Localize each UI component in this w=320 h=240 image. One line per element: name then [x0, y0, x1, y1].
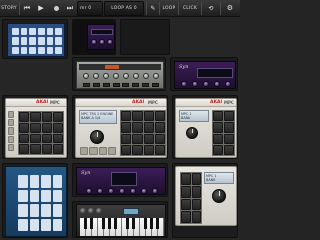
- settings-button[interactable]: ⚙: [222, 1, 238, 16]
- settings-icon: ⚙: [226, 4, 234, 12]
- synth-logo: Syn: [81, 170, 91, 176]
- mpc-logo: AKAI: [132, 100, 145, 105]
- top-toolbar: STORY ⏮ ▶ ⏭ mr 0 LOOP AS 0 ✎ LOOP CLICK …: [0, 0, 240, 17]
- click-label: CLICK: [182, 6, 198, 11]
- mpc-pads-1[interactable]: [18, 111, 64, 155]
- loop-button[interactable]: LOOP: [161, 1, 177, 16]
- blue-pad-module[interactable]: [5, 166, 67, 237]
- slot-synth-1[interactable]: Syn: [170, 57, 238, 91]
- loop-icon: ⟲: [208, 4, 214, 12]
- synth-module-2[interactable]: Syn: [76, 167, 166, 195]
- counter-label: mr 0: [80, 6, 92, 11]
- next-button[interactable]: ⏭: [64, 1, 76, 16]
- app-window: STORY ⏮ ▶ ⏭ mr 0 LOOP AS 0 ✎ LOOP CLICK …: [0, 0, 240, 240]
- mpc-model: MPC: [50, 100, 60, 105]
- slot-synth-small[interactable]: [72, 19, 116, 55]
- mpc-lcd: MPC TRS 2 ENGINE BANK A 1/4: [79, 110, 117, 124]
- launchpad-module[interactable]: [7, 23, 65, 57]
- mpc-data-knob[interactable]: [212, 189, 226, 203]
- slot-mpc-3[interactable]: AKAI MPC MPC 1 BANK: [172, 95, 238, 159]
- prev-icon: ⏮: [23, 4, 31, 12]
- slot-drum-machine[interactable]: [72, 57, 166, 91]
- next-icon: ⏭: [66, 4, 74, 12]
- piano-keys[interactable]: [80, 218, 164, 236]
- blue-pads[interactable]: [18, 175, 62, 231]
- record-icon: [53, 6, 59, 11]
- mpc-logo: AKAI: [210, 100, 223, 105]
- drum-machine-module[interactable]: [76, 61, 164, 89]
- slot-empty-1[interactable]: [120, 19, 170, 55]
- loop-mode-button[interactable]: ⟲: [203, 1, 219, 16]
- mpc-module-1[interactable]: AKAI MPC: [5, 98, 67, 158]
- synth-logo: Syn: [179, 64, 189, 70]
- slot-launchpad-2[interactable]: [2, 163, 68, 238]
- mpc-model: MPC: [148, 100, 158, 105]
- slot-synth-2[interactable]: Syn: [72, 163, 168, 197]
- slot-launchpad[interactable]: [2, 19, 68, 59]
- synth-module-1[interactable]: Syn: [174, 61, 236, 89]
- mpc-pads-2[interactable]: [120, 110, 166, 156]
- mpc-logo: AKAI: [36, 100, 49, 105]
- mpc-data-knob[interactable]: [186, 127, 198, 139]
- prev-button[interactable]: ⏮: [21, 1, 33, 16]
- pencil-icon: ✎: [150, 4, 156, 12]
- mini-synth-module[interactable]: [87, 24, 115, 50]
- slot-mpc-1[interactable]: AKAI MPC: [2, 95, 68, 159]
- mpc-module-3[interactable]: AKAI MPC MPC 1 BANK: [175, 98, 237, 158]
- slot-keyboard[interactable]: [72, 201, 168, 238]
- mpc-lcd: MPC 1 BANK: [204, 172, 234, 184]
- click-button[interactable]: CLICK: [180, 1, 200, 16]
- mpc-module-2[interactable]: AKAI MPC MPC TRS 2 ENGINE BANK A 1/4: [75, 98, 167, 158]
- mpc-pads-4[interactable]: [180, 172, 202, 224]
- keyboard-module[interactable]: [76, 204, 166, 237]
- slot-mpc-4[interactable]: MPC 1 BANK: [172, 163, 238, 238]
- mpc-model: MPC: [224, 100, 234, 105]
- history-label: STORY: [1, 6, 17, 11]
- mpc-pads-3[interactable]: [212, 110, 235, 156]
- module-rack: Syn AKAI MPC AKAI MPC MPC TRS 2 ENGINE B…: [0, 17, 240, 240]
- loop-as-label: LOOP AS 0: [111, 6, 137, 11]
- play-button[interactable]: ▶: [35, 1, 47, 16]
- edit-button[interactable]: ✎: [148, 1, 158, 16]
- mpc-data-knob[interactable]: [90, 130, 104, 144]
- loop-as-button[interactable]: LOOP AS 0: [104, 1, 144, 16]
- slot-mpc-2[interactable]: AKAI MPC MPC TRS 2 ENGINE BANK A 1/4: [72, 95, 168, 159]
- history-button[interactable]: STORY: [0, 1, 18, 16]
- counter-display: mr 0: [77, 1, 103, 16]
- launchpad-pads[interactable]: [12, 28, 62, 54]
- loop-label: LOOP: [162, 6, 176, 11]
- mpc-lcd: MPC 1 BANK: [179, 110, 209, 122]
- record-button[interactable]: [50, 1, 62, 16]
- mpc-module-4[interactable]: MPC 1 BANK: [175, 166, 237, 226]
- play-icon: ▶: [38, 4, 44, 12]
